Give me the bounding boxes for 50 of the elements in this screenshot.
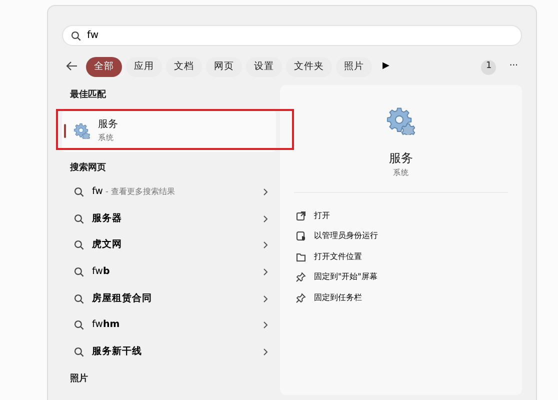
search-icon bbox=[71, 30, 81, 40]
search-icon bbox=[74, 294, 84, 304]
filter-tab[interactable]: 全部 bbox=[86, 56, 122, 78]
app-title: 服务 bbox=[388, 150, 414, 167]
gears-icon bbox=[74, 122, 90, 138]
gears-icon bbox=[387, 107, 415, 135]
web-search-item[interactable]: fw - 查看更多搜索结果 bbox=[62, 179, 276, 206]
chevron-icon bbox=[263, 188, 268, 196]
web-search-item[interactable]: 虎文网 bbox=[62, 232, 276, 259]
action-item[interactable]: 打开文件位置 bbox=[290, 246, 368, 267]
chevron-icon bbox=[263, 214, 268, 223]
action-item[interactable]: 打开 bbox=[290, 205, 336, 226]
app-title: 服务 bbox=[98, 118, 118, 132]
web-search-item[interactable]: fwhm bbox=[62, 312, 276, 339]
action-item[interactable]: 固定到"开始"屏幕 bbox=[290, 266, 384, 288]
action-item[interactable]: 以管理员身份运行 bbox=[290, 226, 384, 246]
pin-icon bbox=[296, 292, 306, 302]
search-icon bbox=[74, 346, 84, 357]
section-heading: 最佳匹配 bbox=[69, 88, 107, 102]
search-icon bbox=[74, 187, 84, 198]
external-link-icon bbox=[296, 210, 306, 220]
chevron-icon bbox=[263, 348, 268, 356]
search-icon bbox=[74, 267, 84, 278]
filter-tab[interactable]: 照片 bbox=[336, 56, 372, 78]
count-badge: 1 bbox=[481, 60, 496, 74]
chevron-icon bbox=[263, 268, 268, 276]
filter-tab[interactable]: 应用 bbox=[126, 56, 162, 78]
section-heading: 搜索网页 bbox=[69, 161, 107, 174]
more-options-button[interactable]: ··· bbox=[505, 60, 522, 74]
action-item[interactable]: 固定到任务栏 bbox=[290, 287, 368, 308]
web-search-item[interactable]: fwb bbox=[62, 258, 276, 286]
search-icon bbox=[74, 240, 84, 250]
search-box[interactable]: fw bbox=[62, 25, 522, 46]
web-search-item[interactable]: 房屋租赁合同 bbox=[62, 285, 276, 312]
section-heading: 照片 bbox=[69, 372, 89, 386]
filter-tab[interactable]: 文档 bbox=[166, 56, 202, 78]
web-search-item[interactable]: 服务新干线 bbox=[62, 338, 276, 366]
more-filters-button[interactable]: ▶ bbox=[378, 60, 394, 74]
filter-tab[interactable]: 网页 bbox=[206, 56, 242, 78]
filter-tab[interactable]: 设置 bbox=[246, 56, 282, 78]
search-input[interactable]: fw bbox=[87, 28, 513, 43]
search-icon bbox=[74, 320, 84, 330]
filter-tab[interactable]: 文件夹 bbox=[286, 56, 332, 78]
search-icon bbox=[74, 214, 84, 224]
web-search-item[interactable]: 服务器 bbox=[62, 206, 276, 232]
chevron-icon bbox=[263, 241, 268, 250]
chevron-icon bbox=[263, 294, 268, 303]
folder-icon bbox=[296, 252, 306, 262]
pin-icon bbox=[296, 272, 306, 282]
chevron-icon bbox=[263, 321, 268, 330]
